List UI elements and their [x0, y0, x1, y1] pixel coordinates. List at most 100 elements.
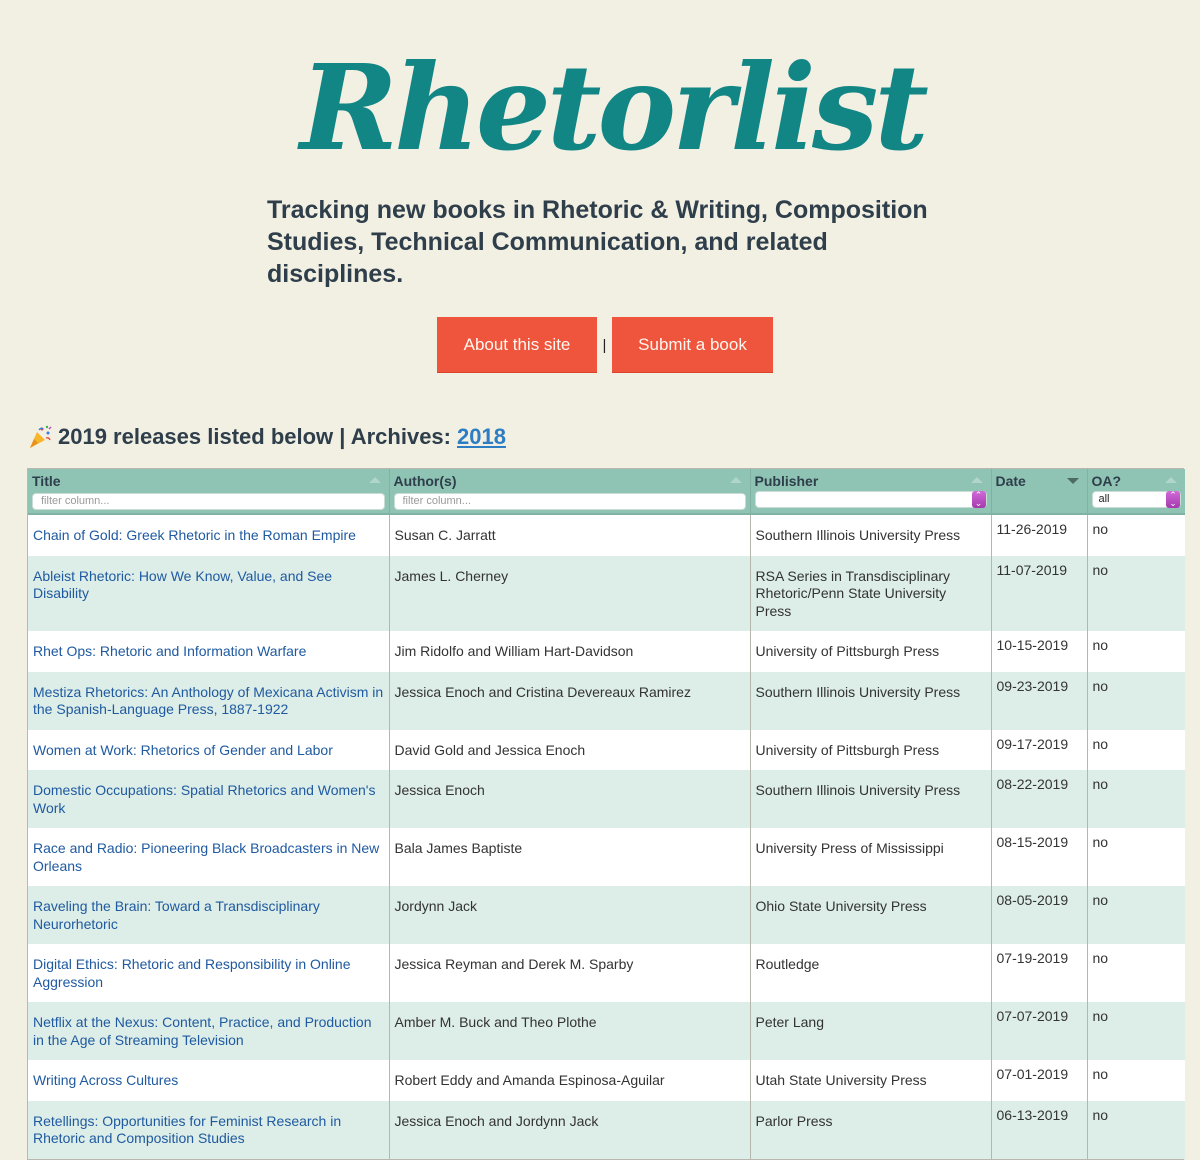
oa-cell: no: [1087, 555, 1185, 631]
releases-heading-text: 2019 releases listed below | Archives:: [58, 424, 451, 449]
book-title-cell: Race and Radio: Pioneering Black Broadca…: [28, 828, 390, 886]
book-title-link[interactable]: Ableist Rhetoric: How We Know, Value, an…: [33, 568, 332, 602]
select-value: all: [1098, 493, 1110, 505]
book-title-link[interactable]: Domestic Occupations: Spatial Rhetorics …: [33, 782, 375, 816]
date-cell: 08-05-2019: [991, 886, 1088, 944]
book-title-link[interactable]: Mestiza Rhetorics: An Anthology of Mexic…: [33, 684, 383, 718]
date-cell: 11-26-2019: [991, 514, 1088, 556]
publisher-cell: RSA Series in Transdisciplinary Rhetoric…: [750, 555, 992, 631]
book-title-cell: Retellings: Opportunities for Feminist R…: [28, 1100, 390, 1159]
book-title-link[interactable]: Women at Work: Rhetorics of Gender and L…: [33, 742, 333, 758]
oa-cell: no: [1087, 729, 1185, 770]
authors-filter-input[interactable]: [393, 492, 746, 510]
about-button[interactable]: About this site: [437, 317, 597, 373]
column-header-oa[interactable]: OA? all ⌃ ⌄: [1087, 469, 1185, 515]
column-header-title[interactable]: Title: [28, 469, 390, 515]
column-header-date[interactable]: Date: [991, 469, 1088, 515]
column-header-publisher[interactable]: Publisher ⌃ ⌄: [750, 469, 992, 515]
sort-up-icon[interactable]: [729, 477, 742, 483]
date-cell: 10-15-2019: [991, 631, 1088, 672]
publisher-cell: Southern Illinois University Press: [750, 671, 992, 730]
nav-separator: |: [602, 336, 607, 354]
date-cell: 07-01-2019: [991, 1060, 1088, 1101]
table-row: Retellings: Opportunities for Feminist R…: [28, 1100, 1185, 1159]
book-title-cell: Ableist Rhetoric: How We Know, Value, an…: [28, 555, 390, 631]
date-cell: 09-23-2019: [991, 671, 1088, 730]
publisher-cell: Utah State University Press: [750, 1060, 992, 1101]
archive-link-2018[interactable]: 2018: [457, 424, 506, 450]
column-label: Author(s): [393, 473, 457, 489]
authors-cell: Amber M. Buck and Theo Plothe: [389, 1002, 751, 1060]
authors-cell: Jessica Enoch and Jordynn Jack: [389, 1100, 751, 1159]
book-title-link[interactable]: Race and Radio: Pioneering Black Broadca…: [33, 840, 379, 874]
publisher-cell: University of Pittsburgh Press: [750, 729, 992, 770]
authors-cell: Jordynn Jack: [389, 886, 751, 944]
book-title-link[interactable]: Rhet Ops: Rhetoric and Information Warfa…: [33, 643, 306, 659]
date-cell: 07-19-2019: [991, 944, 1088, 1002]
table-row: Race and Radio: Pioneering Black Broadca…: [28, 828, 1185, 886]
oa-filter-select[interactable]: all ⌃ ⌄: [1091, 491, 1181, 508]
sort-up-icon[interactable]: [970, 477, 983, 483]
authors-cell: Jessica Reyman and Derek M. Sparby: [389, 944, 751, 1002]
book-title-cell: Rhet Ops: Rhetoric and Information Warfa…: [28, 631, 390, 672]
book-title-link[interactable]: Digital Ethics: Rhetoric and Responsibil…: [33, 956, 350, 990]
table-row: Women at Work: Rhetorics of Gender and L…: [28, 729, 1185, 770]
table-row: Writing Across Cultures Robert Eddy and A…: [28, 1060, 1185, 1101]
publisher-cell: Southern Illinois University Press: [750, 770, 992, 828]
authors-cell: Robert Eddy and Amanda Espinosa-Aguilar: [389, 1060, 751, 1101]
sort-up-icon[interactable]: [368, 477, 381, 483]
publisher-cell: University Press of Mississippi: [750, 828, 992, 886]
book-title-cell: Raveling the Brain: Toward a Transdiscip…: [28, 886, 390, 944]
authors-cell: Jessica Enoch and Cristina Devereaux Ram…: [389, 671, 751, 730]
table-row: Rhet Ops: Rhetoric and Information Warfa…: [28, 631, 1185, 672]
title-filter-input[interactable]: [32, 492, 385, 510]
site-tagline: Tracking new books in Rhetoric & Writing…: [267, 196, 928, 288]
oa-cell: no: [1087, 671, 1185, 730]
date-cell: 08-15-2019: [991, 828, 1088, 886]
releases-heading: 2019 releases listed below | Archives: 2…: [27, 424, 506, 450]
party-popper-icon: [27, 424, 53, 450]
publisher-filter-select[interactable]: ⌃ ⌄: [754, 491, 987, 508]
submit-book-button[interactable]: Submit a book: [612, 317, 773, 373]
table-row: Digital Ethics: Rhetoric and Responsibil…: [28, 944, 1185, 1002]
book-title-cell: Women at Work: Rhetorics of Gender and L…: [28, 729, 390, 770]
column-header-authors[interactable]: Author(s): [389, 469, 751, 515]
table-row: Chain of Gold: Greek Rhetoric in the Rom…: [28, 514, 1185, 556]
sort-up-icon[interactable]: [1165, 477, 1177, 483]
date-cell: 08-22-2019: [991, 770, 1088, 828]
select-updown-icon: ⌃ ⌄: [971, 491, 986, 508]
publisher-cell: Ohio State University Press: [750, 886, 992, 944]
authors-cell: Bala James Baptiste: [389, 828, 751, 886]
publisher-cell: Southern Illinois University Press: [750, 514, 992, 556]
book-title-link[interactable]: Retellings: Opportunities for Feminist R…: [33, 1113, 341, 1147]
table-row: Mestiza Rhetorics: An Anthology of Mexic…: [28, 671, 1185, 730]
authors-cell: Jessica Enoch: [389, 770, 751, 828]
book-title-link[interactable]: Writing Across Cultures: [33, 1072, 178, 1088]
oa-cell: no: [1087, 770, 1185, 828]
book-title-cell: Writing Across Cultures: [28, 1060, 390, 1101]
column-label: Title: [32, 473, 61, 489]
book-title-link[interactable]: Chain of Gold: Greek Rhetoric in the Rom…: [33, 527, 356, 543]
oa-cell: no: [1087, 828, 1185, 886]
book-title-cell: Digital Ethics: Rhetoric and Responsibil…: [28, 944, 390, 1002]
publisher-cell: University of Pittsburgh Press: [750, 631, 992, 672]
publisher-cell: Routledge: [750, 944, 992, 1002]
nav-buttons: About this site | Submit a book: [437, 317, 773, 373]
column-label: Publisher: [754, 473, 819, 489]
book-title-link[interactable]: Netflix at the Nexus: Content, Practice,…: [33, 1014, 372, 1048]
site-logo[interactable]: Rhetorlist: [300, 28, 929, 188]
oa-cell: no: [1087, 1060, 1185, 1101]
oa-cell: no: [1087, 944, 1185, 1002]
table-row: Netflix at the Nexus: Content, Practice,…: [28, 1002, 1185, 1060]
authors-cell: Jim Ridolfo and William Hart-Davidson: [389, 631, 751, 672]
book-title-link[interactable]: Raveling the Brain: Toward a Transdiscip…: [33, 898, 320, 932]
select-updown-icon: ⌃ ⌄: [1166, 491, 1180, 508]
book-title-cell: Netflix at the Nexus: Content, Practice,…: [28, 1002, 390, 1060]
table-header-row: Title Author(s) Publisher ⌃⌄: [28, 469, 1185, 515]
publisher-cell: Peter Lang: [750, 1002, 992, 1060]
date-cell: 07-07-2019: [991, 1002, 1088, 1060]
book-title-cell: Chain of Gold: Greek Rhetoric in the Rom…: [28, 514, 390, 556]
publisher-cell: Parlor Press: [750, 1100, 992, 1159]
sort-down-icon[interactable]: [1066, 478, 1079, 484]
oa-cell: no: [1087, 514, 1185, 556]
